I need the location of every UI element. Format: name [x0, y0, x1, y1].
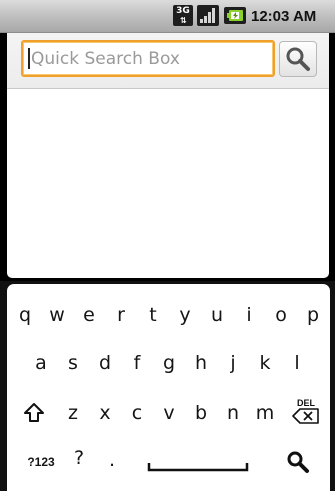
key-j[interactable]: j — [217, 343, 249, 383]
search-results-panel — [7, 89, 329, 278]
key-z[interactable]: z — [57, 393, 89, 433]
search-key[interactable] — [282, 442, 314, 482]
key-w[interactable]: w — [41, 295, 73, 335]
key-x[interactable]: x — [89, 393, 121, 433]
search-input[interactable] — [23, 42, 273, 75]
key-o[interactable]: o — [265, 295, 297, 335]
search-icon — [286, 47, 310, 71]
text-cursor — [28, 48, 30, 69]
symbols-key[interactable]: ?123 — [23, 442, 59, 482]
space-bar-icon — [147, 463, 249, 472]
key-m[interactable]: m — [249, 393, 281, 433]
space-key[interactable] — [147, 458, 249, 472]
key-q[interactable]: q — [9, 295, 41, 335]
key-a[interactable]: a — [25, 343, 57, 383]
delete-key-label: DEL — [297, 398, 315, 408]
network-activity-arrows: ⇅ — [180, 16, 187, 25]
key-r[interactable]: r — [105, 295, 137, 335]
signal-strength-icon — [197, 5, 219, 26]
key-l[interactable]: l — [281, 343, 313, 383]
network-3g-icon: 3G ⇅ — [173, 5, 193, 26]
key-period[interactable]: . — [96, 440, 128, 480]
status-bar: 3G ⇅ 12:03 AM — [0, 0, 335, 33]
key-i[interactable]: i — [233, 295, 265, 335]
battery-charging-icon — [224, 7, 246, 24]
quick-search-bar — [7, 33, 329, 89]
key-u[interactable]: u — [201, 295, 233, 335]
key-c[interactable]: c — [121, 393, 153, 433]
shift-key[interactable] — [18, 393, 50, 433]
key-h[interactable]: h — [185, 343, 217, 383]
status-clock: 12:03 AM — [251, 8, 317, 25]
shift-arrow-icon — [24, 403, 44, 422]
key-f[interactable]: f — [121, 343, 153, 383]
key-g[interactable]: g — [153, 343, 185, 383]
key-b[interactable]: b — [185, 393, 217, 433]
backspace-icon — [292, 408, 319, 424]
key-y[interactable]: y — [169, 295, 201, 335]
key-d[interactable]: d — [89, 343, 121, 383]
search-button[interactable] — [279, 41, 317, 77]
key-p[interactable]: p — [297, 295, 329, 335]
key-n[interactable]: n — [217, 393, 249, 433]
key-s[interactable]: s — [57, 343, 89, 383]
search-field-frame[interactable] — [21, 40, 275, 77]
delete-key[interactable]: DEL — [289, 398, 323, 428]
key-v[interactable]: v — [153, 393, 185, 433]
network-type-label: 3G — [176, 6, 190, 16]
key-question-mark[interactable]: ? — [63, 438, 95, 478]
key-t[interactable]: t — [137, 295, 169, 335]
search-key-icon — [287, 451, 309, 473]
key-k[interactable]: k — [249, 343, 281, 383]
key-e[interactable]: e — [73, 295, 105, 335]
